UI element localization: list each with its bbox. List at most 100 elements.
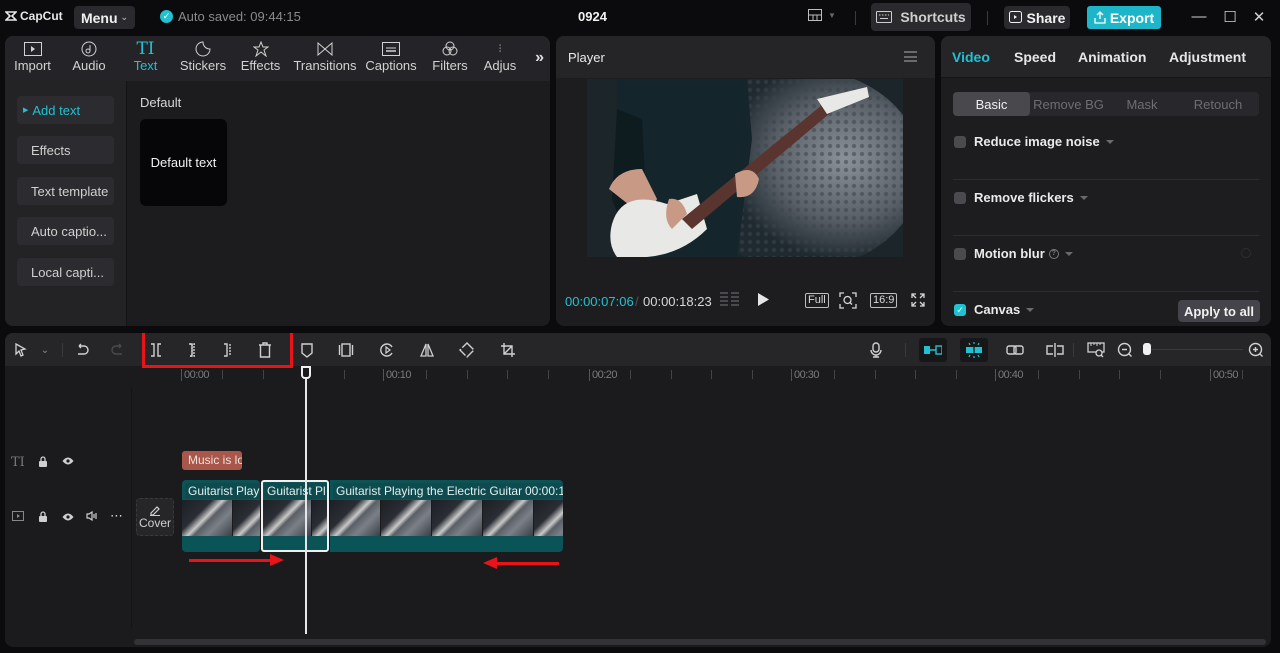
subtab-remove-bg[interactable]: Remove BG xyxy=(1030,92,1107,116)
main-track-magnet-toggle[interactable] xyxy=(919,338,947,362)
layout-button[interactable]: ▼ xyxy=(808,9,836,21)
tab-adjustment[interactable]: Adjustment xyxy=(1169,49,1246,65)
sidebar-item-auto-captions[interactable]: Auto captio... xyxy=(17,217,114,245)
marker-button[interactable] xyxy=(297,340,317,360)
freeze-frame-button[interactable] xyxy=(336,340,356,360)
default-text-card[interactable]: Default text xyxy=(140,119,227,206)
select-tool-button[interactable] xyxy=(11,340,31,360)
option-label[interactable]: Reduce image noise xyxy=(974,134,1114,149)
zoom-in-button[interactable] xyxy=(1246,340,1266,360)
option-label[interactable]: Motion blur? xyxy=(974,246,1073,261)
subtab-mask[interactable]: Mask xyxy=(1107,92,1177,116)
motion-blur-checkbox[interactable] xyxy=(954,248,966,260)
minimize-button[interactable]: — xyxy=(1189,8,1209,25)
tool-transitions[interactable]: Transitions xyxy=(288,36,362,81)
shortcuts-button[interactable]: Shortcuts xyxy=(871,3,971,31)
text-track-icon: TI xyxy=(11,455,25,470)
tool-text[interactable]: TI Text xyxy=(118,36,173,81)
sidebar-item-label: Auto captio... xyxy=(31,223,107,239)
option-label[interactable]: Remove flickers xyxy=(974,190,1088,205)
redo-button[interactable] xyxy=(108,340,128,360)
tab-speed[interactable]: Speed xyxy=(1014,49,1056,65)
tool-captions[interactable]: Captions xyxy=(362,36,420,81)
reverse-button[interactable] xyxy=(377,340,397,360)
help-icon[interactable]: ? xyxy=(1048,248,1059,259)
lock-track-button[interactable] xyxy=(38,511,48,522)
remove-flickers-checkbox[interactable] xyxy=(954,192,966,204)
close-button[interactable]: ✕ xyxy=(1249,8,1269,26)
apply-to-all-button[interactable]: Apply to all xyxy=(1178,300,1260,322)
zoom-slider-track[interactable] xyxy=(1151,349,1243,350)
tool-adjustment[interactable]: ⫶ Adjus xyxy=(480,36,520,81)
toggle-visibility-button[interactable] xyxy=(62,457,74,465)
export-button[interactable]: Export xyxy=(1087,6,1161,29)
sidebar-item-add-text[interactable]: ▶ Add text xyxy=(17,96,114,124)
tool-stickers[interactable]: Stickers xyxy=(173,36,233,81)
mirror-button[interactable] xyxy=(417,340,437,360)
sidebar-item-label: Text template xyxy=(31,183,109,199)
sidebar-item-local-captions[interactable]: Local capti... xyxy=(17,258,114,286)
crop-button[interactable] xyxy=(498,340,518,360)
undo-button[interactable] xyxy=(72,340,92,360)
rotate-button[interactable] xyxy=(457,340,477,360)
clip-label: Guitarist Playi xyxy=(185,483,260,499)
reset-icon[interactable] xyxy=(1241,248,1251,258)
video-preview[interactable] xyxy=(587,79,903,257)
linkage-button[interactable] xyxy=(1005,340,1025,360)
toggle-visibility-button[interactable] xyxy=(62,513,74,521)
zoom-out-button[interactable] xyxy=(1115,340,1135,360)
video-clip[interactable]: Guitarist Playi xyxy=(182,480,260,552)
tool-filters[interactable]: Filters xyxy=(420,36,480,81)
subtab-retouch[interactable]: Retouch xyxy=(1177,92,1259,116)
annotation-highlight-box xyxy=(142,333,293,368)
lock-icon xyxy=(39,511,47,522)
ruler-tick xyxy=(262,370,264,379)
sidebar-item-text-template[interactable]: Text template xyxy=(17,177,114,205)
option-label-text: Motion blur xyxy=(974,246,1045,261)
timeline-horizontal-scrollbar[interactable] xyxy=(134,639,1266,645)
divider xyxy=(62,343,63,357)
ruler-tick xyxy=(221,370,223,379)
cover-button[interactable]: Cover xyxy=(136,498,174,536)
lock-track-button[interactable] xyxy=(38,456,48,467)
ruler-tick xyxy=(915,370,917,379)
video-clip[interactable]: Guitarist Playing the Electric Guitar 00… xyxy=(330,480,563,552)
ruler-tick xyxy=(1078,370,1080,379)
more-options-icon[interactable]: ⋯ xyxy=(110,508,123,524)
playhead-line[interactable] xyxy=(305,366,307,634)
fullscreen-button[interactable] xyxy=(911,293,925,307)
full-quality-button[interactable]: Full xyxy=(805,293,829,308)
zoom-fit-button[interactable] xyxy=(839,292,857,309)
record-audio-button[interactable] xyxy=(866,340,886,360)
text-clip[interactable]: Music is lo xyxy=(182,451,242,470)
tab-video[interactable]: Video xyxy=(952,49,990,65)
ruler-tick xyxy=(1241,370,1243,379)
tool-effects[interactable]: Effects xyxy=(233,36,288,81)
freeze-frame-icon xyxy=(338,343,354,357)
tab-animation[interactable]: Animation xyxy=(1078,49,1146,65)
playhead-handle[interactable] xyxy=(301,366,311,379)
more-tools-chevron-icon[interactable]: » xyxy=(535,49,544,67)
chevron-down-icon[interactable]: ⌄ xyxy=(35,340,55,360)
hamburger-menu-icon[interactable] xyxy=(904,51,917,62)
tool-audio[interactable]: Audio xyxy=(60,36,118,81)
tool-import[interactable]: Import xyxy=(5,36,60,81)
sidebar-item-effects[interactable]: Effects xyxy=(17,136,114,164)
zoom-slider-handle[interactable] xyxy=(1143,343,1151,355)
auto-snap-toggle[interactable] xyxy=(960,338,988,362)
mute-track-button[interactable] xyxy=(86,511,99,521)
divider xyxy=(905,343,906,357)
zoom-to-fit-button[interactable] xyxy=(1086,340,1106,360)
canvas-checkbox[interactable]: ✓ xyxy=(954,304,966,316)
aspect-ratio-button[interactable]: 16:9 xyxy=(870,293,898,308)
menu-button[interactable]: Menu ⌄ xyxy=(74,6,135,29)
subtab-basic[interactable]: Basic xyxy=(953,92,1030,116)
play-button[interactable] xyxy=(758,293,769,306)
share-button[interactable]: Share xyxy=(1004,6,1070,29)
preview-axis-button[interactable] xyxy=(1045,340,1065,360)
reduce-noise-checkbox[interactable] xyxy=(954,136,966,148)
caret-down-icon xyxy=(1064,251,1073,256)
option-label[interactable]: Canvas xyxy=(974,302,1035,317)
maximize-button[interactable]: ☐ xyxy=(1220,8,1240,26)
tool-label: Audio xyxy=(72,58,106,73)
